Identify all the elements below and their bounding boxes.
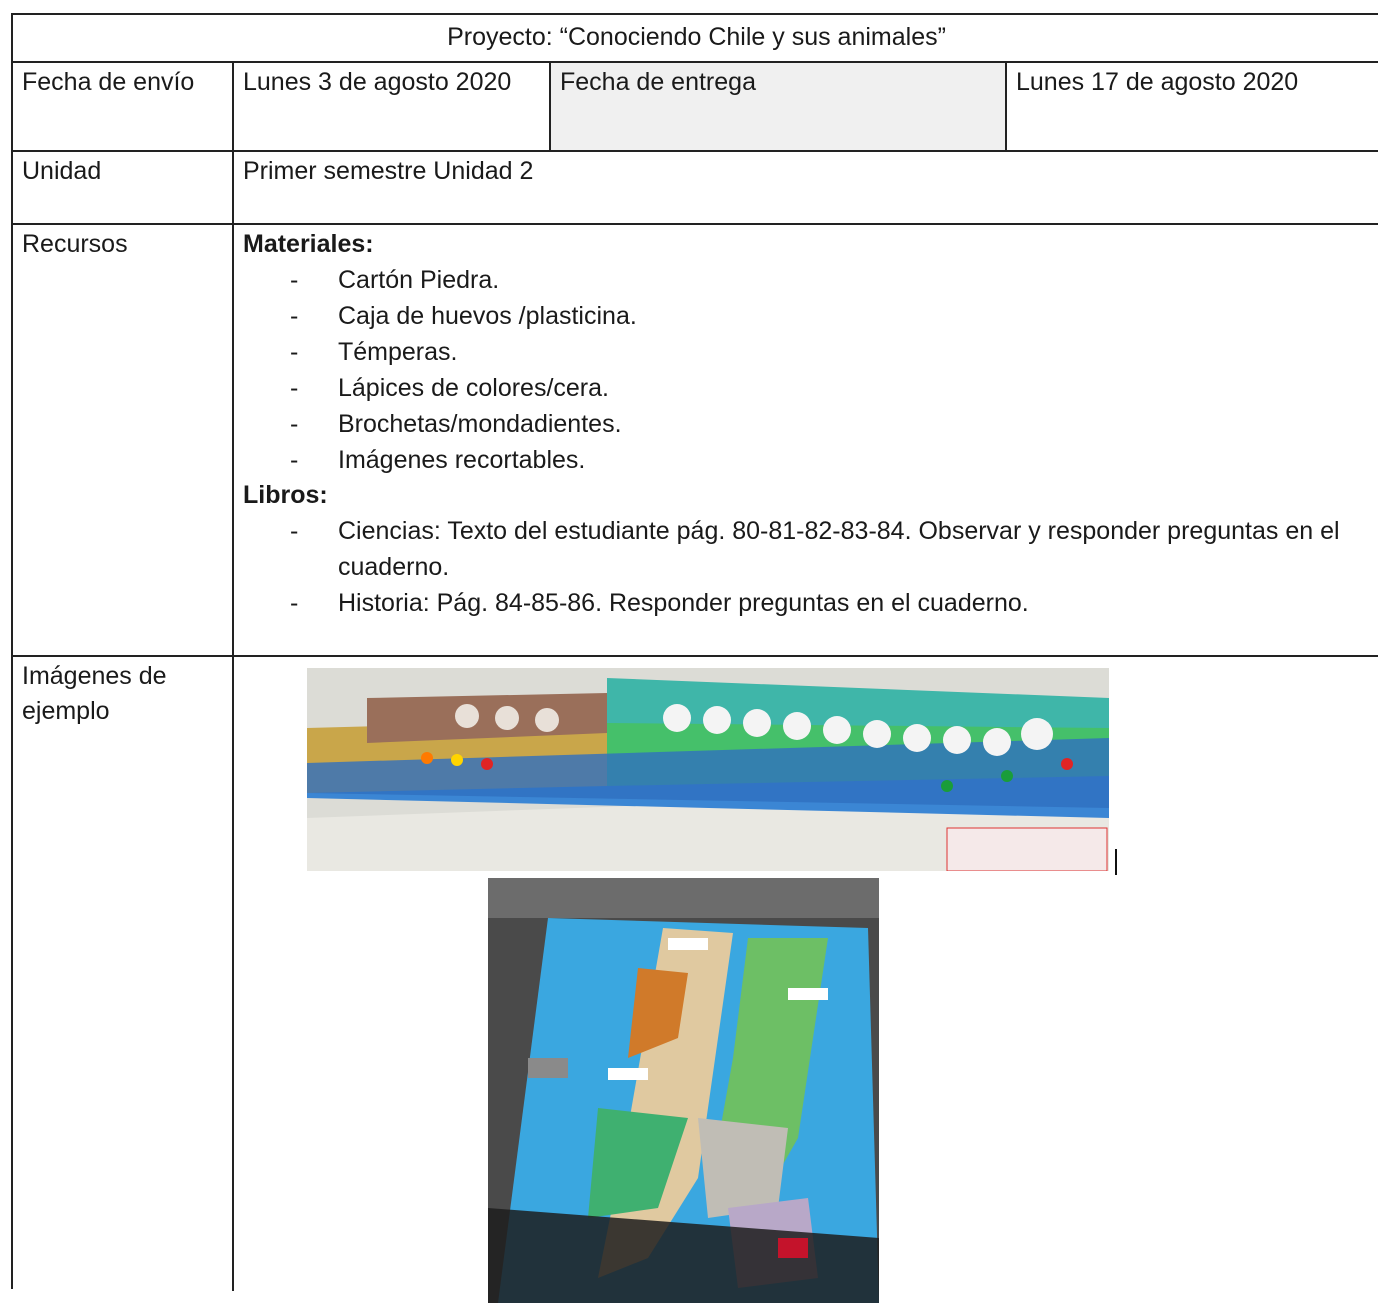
list-item: - Historia: Pág. 84-85-86. Responder preg…: [243, 585, 1371, 621]
resources-content: Materiales: - Cartón Piedra. - Caja de hue…: [234, 225, 1378, 655]
dates-row: Fecha de envío Lunes 3 de agosto 2020 Fe…: [13, 63, 1378, 152]
list-item: - Caja de huevos /plasticina.: [243, 298, 1371, 334]
material-text: Imágenes recortables.: [338, 446, 586, 474]
bullet-dash: -: [290, 446, 299, 474]
material-text: Cartón Piedra.: [338, 266, 500, 294]
list-item: - Brochetas/mondadientes.: [243, 406, 1371, 442]
books-list: - Ciencias: Texto del estudiante pág. 80-…: [243, 513, 1371, 621]
example-photo-long-map: [307, 668, 1109, 871]
bullet-dash: -: [290, 589, 299, 617]
bullet-dash: -: [290, 374, 299, 402]
materials-heading: Materiales:: [243, 230, 374, 258]
resources-label: Recursos: [13, 225, 234, 655]
list-item: - Imágenes recortables.: [243, 442, 1371, 478]
unit-label: Unidad: [13, 152, 234, 223]
bullet-dash: -: [290, 266, 299, 294]
due-date-value: Lunes 17 de agosto 2020: [1016, 68, 1299, 96]
project-table: Proyecto: “Conociendo Chile y sus animal…: [11, 13, 1378, 1303]
bullet-dash: -: [290, 338, 299, 366]
text-cursor: [1115, 849, 1117, 875]
book-text: Historia: Pág. 84-85-86. Responder pregu…: [338, 589, 1029, 617]
material-text: Lápices de colores/cera.: [338, 374, 609, 402]
project-title: Proyecto: “Conociendo Chile y sus animal…: [447, 23, 946, 51]
material-text: Témperas.: [338, 338, 458, 366]
list-item: - Lápices de colores/cera.: [243, 370, 1371, 406]
example-photo-board-map: [488, 878, 879, 1303]
bullet-dash: -: [290, 302, 299, 330]
list-item: - Ciencias: Texto del estudiante pág. 80-…: [243, 513, 1371, 585]
bullet-dash: -: [290, 410, 299, 438]
list-item: - Témperas.: [243, 334, 1371, 370]
unit-row: Unidad Primer semestre Unidad 2: [13, 152, 1378, 225]
images-label: Imágenes de ejemplo: [13, 657, 234, 1291]
books-heading: Libros:: [243, 481, 328, 509]
book-text: Ciencias: Texto del estudiante pág. 80-8…: [338, 517, 1340, 581]
unit-value: Primer semestre Unidad 2: [243, 157, 534, 185]
due-date-label: Fecha de entrega: [551, 63, 1007, 150]
material-text: Brochetas/mondadientes.: [338, 410, 622, 438]
material-text: Caja de huevos /plasticina.: [338, 302, 637, 330]
bullet-dash: -: [290, 517, 299, 545]
list-item: - Cartón Piedra.: [243, 262, 1371, 298]
resources-row: Recursos Materiales: - Cartón Piedra. - Ca…: [13, 225, 1378, 657]
materials-list: - Cartón Piedra. - Caja de huevos /plastic…: [243, 262, 1371, 478]
sent-date-label: Fecha de envío: [13, 63, 234, 150]
title-row: Proyecto: “Conociendo Chile y sus animal…: [13, 15, 1378, 63]
sent-date-value: Lunes 3 de agosto 2020: [234, 63, 551, 150]
